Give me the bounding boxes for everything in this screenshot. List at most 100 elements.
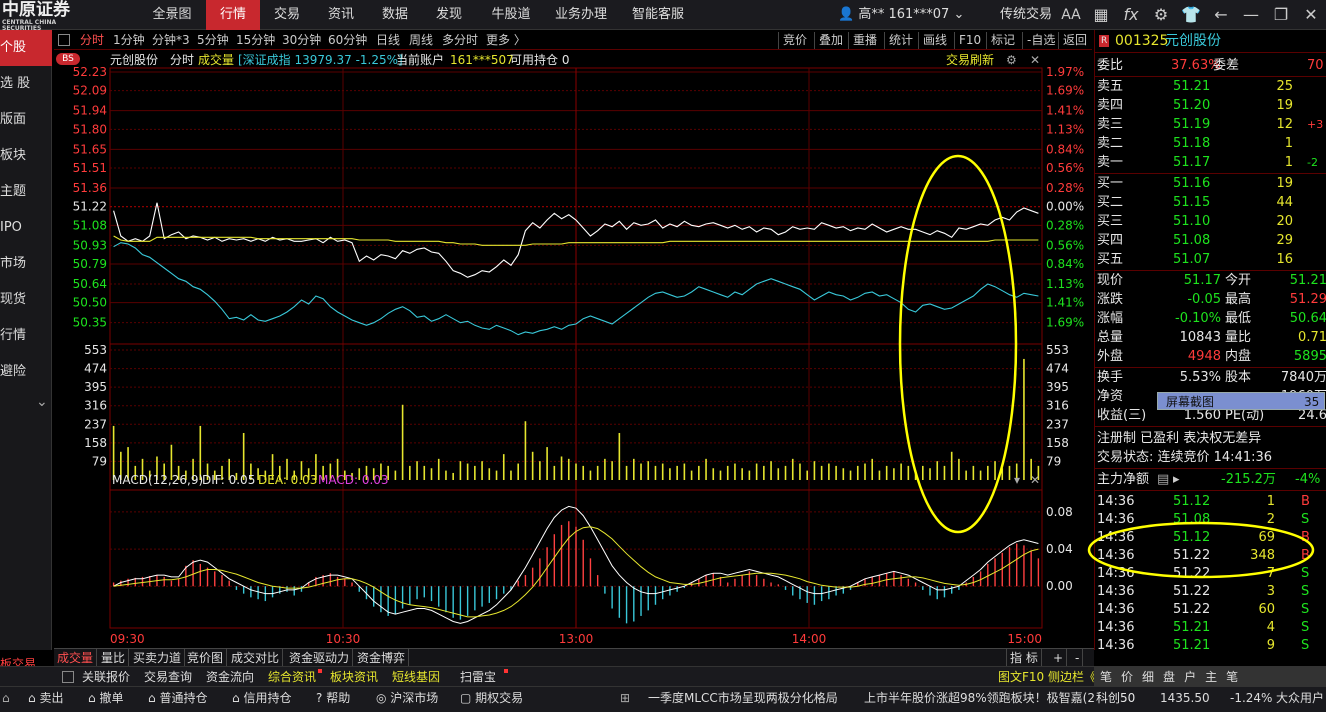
period-weekly[interactable]: 周线 (409, 30, 433, 50)
formula-icon[interactable]: fx (1120, 4, 1142, 26)
period-60min[interactable]: 60分钟 (328, 30, 367, 50)
tool-mark[interactable]: 标记 (986, 32, 1019, 49)
tool-stats[interactable]: 统计 (884, 32, 917, 49)
shirt-icon[interactable]: 👕 (1180, 4, 1202, 26)
tab-buy-sell-force[interactable]: 买卖力道 (130, 649, 186, 667)
period-15min[interactable]: 15分钟 (236, 30, 275, 50)
screenshot-button[interactable]: 屏幕截图 35 (1157, 392, 1325, 410)
menu-discover[interactable]: 发现 (422, 0, 476, 30)
link-mine-sweeper[interactable]: 扫雷宝 (460, 667, 496, 687)
trade-refresh-button[interactable]: 交易刷新 (946, 51, 994, 69)
tool-replay[interactable]: 重播 (848, 32, 881, 49)
tick-tab-3[interactable]: 细 (1142, 670, 1163, 684)
link-fund-flow[interactable]: 资金流向 (206, 667, 254, 687)
link-related-quotes[interactable]: 关联报价 (82, 667, 130, 687)
tick-tab-4[interactable]: 盘 (1163, 670, 1184, 684)
tick-tab-1[interactable]: 笔 (1100, 670, 1121, 684)
buy-icon[interactable]: ⌂ (2, 687, 10, 709)
tab-fund-drive[interactable]: 资金驱动力 (286, 649, 354, 667)
period-30min[interactable]: 30分钟 (282, 30, 321, 50)
period-3min[interactable]: 分钟*3 (152, 30, 190, 50)
period-1min[interactable]: 1分钟 (113, 30, 145, 50)
panel-toggle-icon[interactable] (62, 671, 74, 683)
options-trade-button[interactable]: ▢ 期权交易 (460, 687, 523, 709)
gear-icon[interactable]: ⚙ (1150, 4, 1172, 26)
link-short-gene[interactable]: 短线基因 (392, 667, 440, 687)
back-arrow-icon[interactable]: ← (1210, 4, 1232, 26)
menu-panorama[interactable]: 全景图 (140, 0, 204, 30)
tool-back[interactable]: 返回 (1058, 32, 1091, 49)
tool-watchlist[interactable]: -自选 (1022, 32, 1059, 49)
menu-news[interactable]: 资讯 (314, 0, 368, 30)
sidebar-item-theme[interactable]: 主题 (0, 174, 52, 210)
tick-tab-5[interactable]: 户 (1184, 670, 1205, 684)
collapse-icon[interactable] (58, 34, 70, 46)
market-button[interactable]: ◎ 沪深市场 (376, 687, 438, 709)
intraday-chart[interactable]: 52.23 1.97%52.09 1.69%51.94 1.41%51.80 1.13%… (54, 50, 1094, 648)
link-trade-query[interactable]: 交易查询 (144, 667, 192, 687)
news-ticker-1[interactable]: 一季度MLCC市场呈现两极分化格局 (648, 687, 838, 709)
menu-niugudao[interactable]: 牛股道 (480, 0, 542, 30)
help-button[interactable]: ? 帮助 (316, 687, 350, 709)
bs-badge[interactable]: BS (56, 53, 80, 65)
tool-f10[interactable]: F10 (954, 32, 985, 49)
link-news[interactable]: 综合资讯 (268, 667, 316, 687)
tab-volume-ratio[interactable]: 量比 (98, 649, 130, 667)
cancel-order-button[interactable]: ⌂ 撤单 (88, 687, 123, 709)
f10-sidebar-link[interactable]: 图文F10 侧边栏《 (998, 667, 1096, 687)
menu-data[interactable]: 数据 (368, 0, 422, 30)
credit-position-button[interactable]: ⌂ 信用持仓 (232, 687, 291, 709)
tab-auction-chart[interactable]: 竞价图 (184, 649, 228, 667)
close-panel-icon[interactable]: ✕ (1030, 51, 1040, 69)
index-name[interactable]: 科创50 (1096, 687, 1135, 709)
period-5min[interactable]: 5分钟 (197, 30, 229, 50)
netflow-menu-icon[interactable]: ▤ (1157, 470, 1169, 489)
tab-fund-game[interactable]: 资金博弈 (354, 649, 410, 667)
tool-draw[interactable]: 画线 (918, 32, 951, 49)
sidebar-item-market[interactable]: 市场 (0, 246, 52, 282)
menu-smart-service[interactable]: 智能客服 (620, 0, 696, 30)
zoom-in-button[interactable]: + (1050, 649, 1068, 667)
sidebar-item-quotes[interactable]: 行情 (0, 318, 52, 354)
menu-business[interactable]: 业务办理 (546, 0, 616, 30)
normal-position-button[interactable]: ⌂ 普通持仓 (148, 687, 207, 709)
user-account[interactable]: 👤 高** 161***07 ⌄ (838, 0, 964, 30)
settings-icon[interactable]: ⚙ (1006, 51, 1017, 69)
sidebar-item-ipo[interactable]: IPO (0, 210, 52, 246)
tick-mode-tabs[interactable]: 笔价细盘户主笔 (1094, 667, 1326, 687)
sidebar-expand-icon[interactable]: ⌄ (36, 394, 48, 410)
indicator-button[interactable]: 指 标 (1006, 649, 1042, 667)
sidebar-item-select[interactable]: 选 股 (0, 66, 52, 102)
news-next-icon[interactable]: ⊞ (620, 687, 630, 709)
period-multi-intraday[interactable]: 多分时 (442, 30, 478, 50)
tick-tab-6[interactable]: 主 (1205, 670, 1226, 684)
sidebar-item-stock[interactable]: 个股 (0, 30, 52, 66)
zoom-out-button[interactable]: - (1072, 649, 1084, 667)
maximize-icon[interactable]: ❐ (1270, 4, 1292, 26)
sidebar-item-layout[interactable]: 版面 (0, 102, 52, 138)
tick-tab-7[interactable]: 笔 (1226, 670, 1247, 684)
news-ticker-2[interactable]: 上市半年股价涨超98%领跑板块！极智嘉(2590)孖数量达…明日正式… (864, 687, 1094, 709)
tick-tab-2[interactable]: 价 (1121, 670, 1142, 684)
tab-volume[interactable]: 成交量 (54, 649, 98, 667)
tool-auction[interactable]: 竞价 (778, 32, 811, 49)
font-size-button[interactable]: AA (1060, 4, 1082, 26)
minimize-icon[interactable]: — (1240, 4, 1262, 26)
period-daily[interactable]: 日线 (376, 30, 400, 50)
sidebar-item-sector[interactable]: 板块 (0, 138, 52, 174)
close-icon[interactable]: ✕ (1300, 4, 1322, 26)
sidebar-item-hedge[interactable]: 避险 (0, 354, 52, 390)
sidebar-item-spot[interactable]: 现货 (0, 282, 52, 318)
tab-trade-compare[interactable]: 成交对比 (228, 649, 284, 667)
sell-button[interactable]: ⌂ 卖出 (28, 687, 63, 709)
link-sector-news[interactable]: 板块资讯 (330, 667, 378, 687)
period-more[interactable]: 更多 〉 (486, 30, 526, 50)
stock-code[interactable]: 001325 (1115, 32, 1168, 51)
mode-toggle[interactable]: 传统交易 (1000, 0, 1052, 30)
calendar-icon[interactable]: ▦ (1090, 4, 1112, 26)
stock-name[interactable]: 元创股份 (1165, 32, 1221, 51)
tool-overlay[interactable]: 叠加 (814, 32, 847, 49)
menu-quotes[interactable]: 行情 (206, 0, 260, 30)
period-intraday[interactable]: 分时 (80, 30, 104, 50)
menu-trade[interactable]: 交易 (260, 0, 314, 30)
